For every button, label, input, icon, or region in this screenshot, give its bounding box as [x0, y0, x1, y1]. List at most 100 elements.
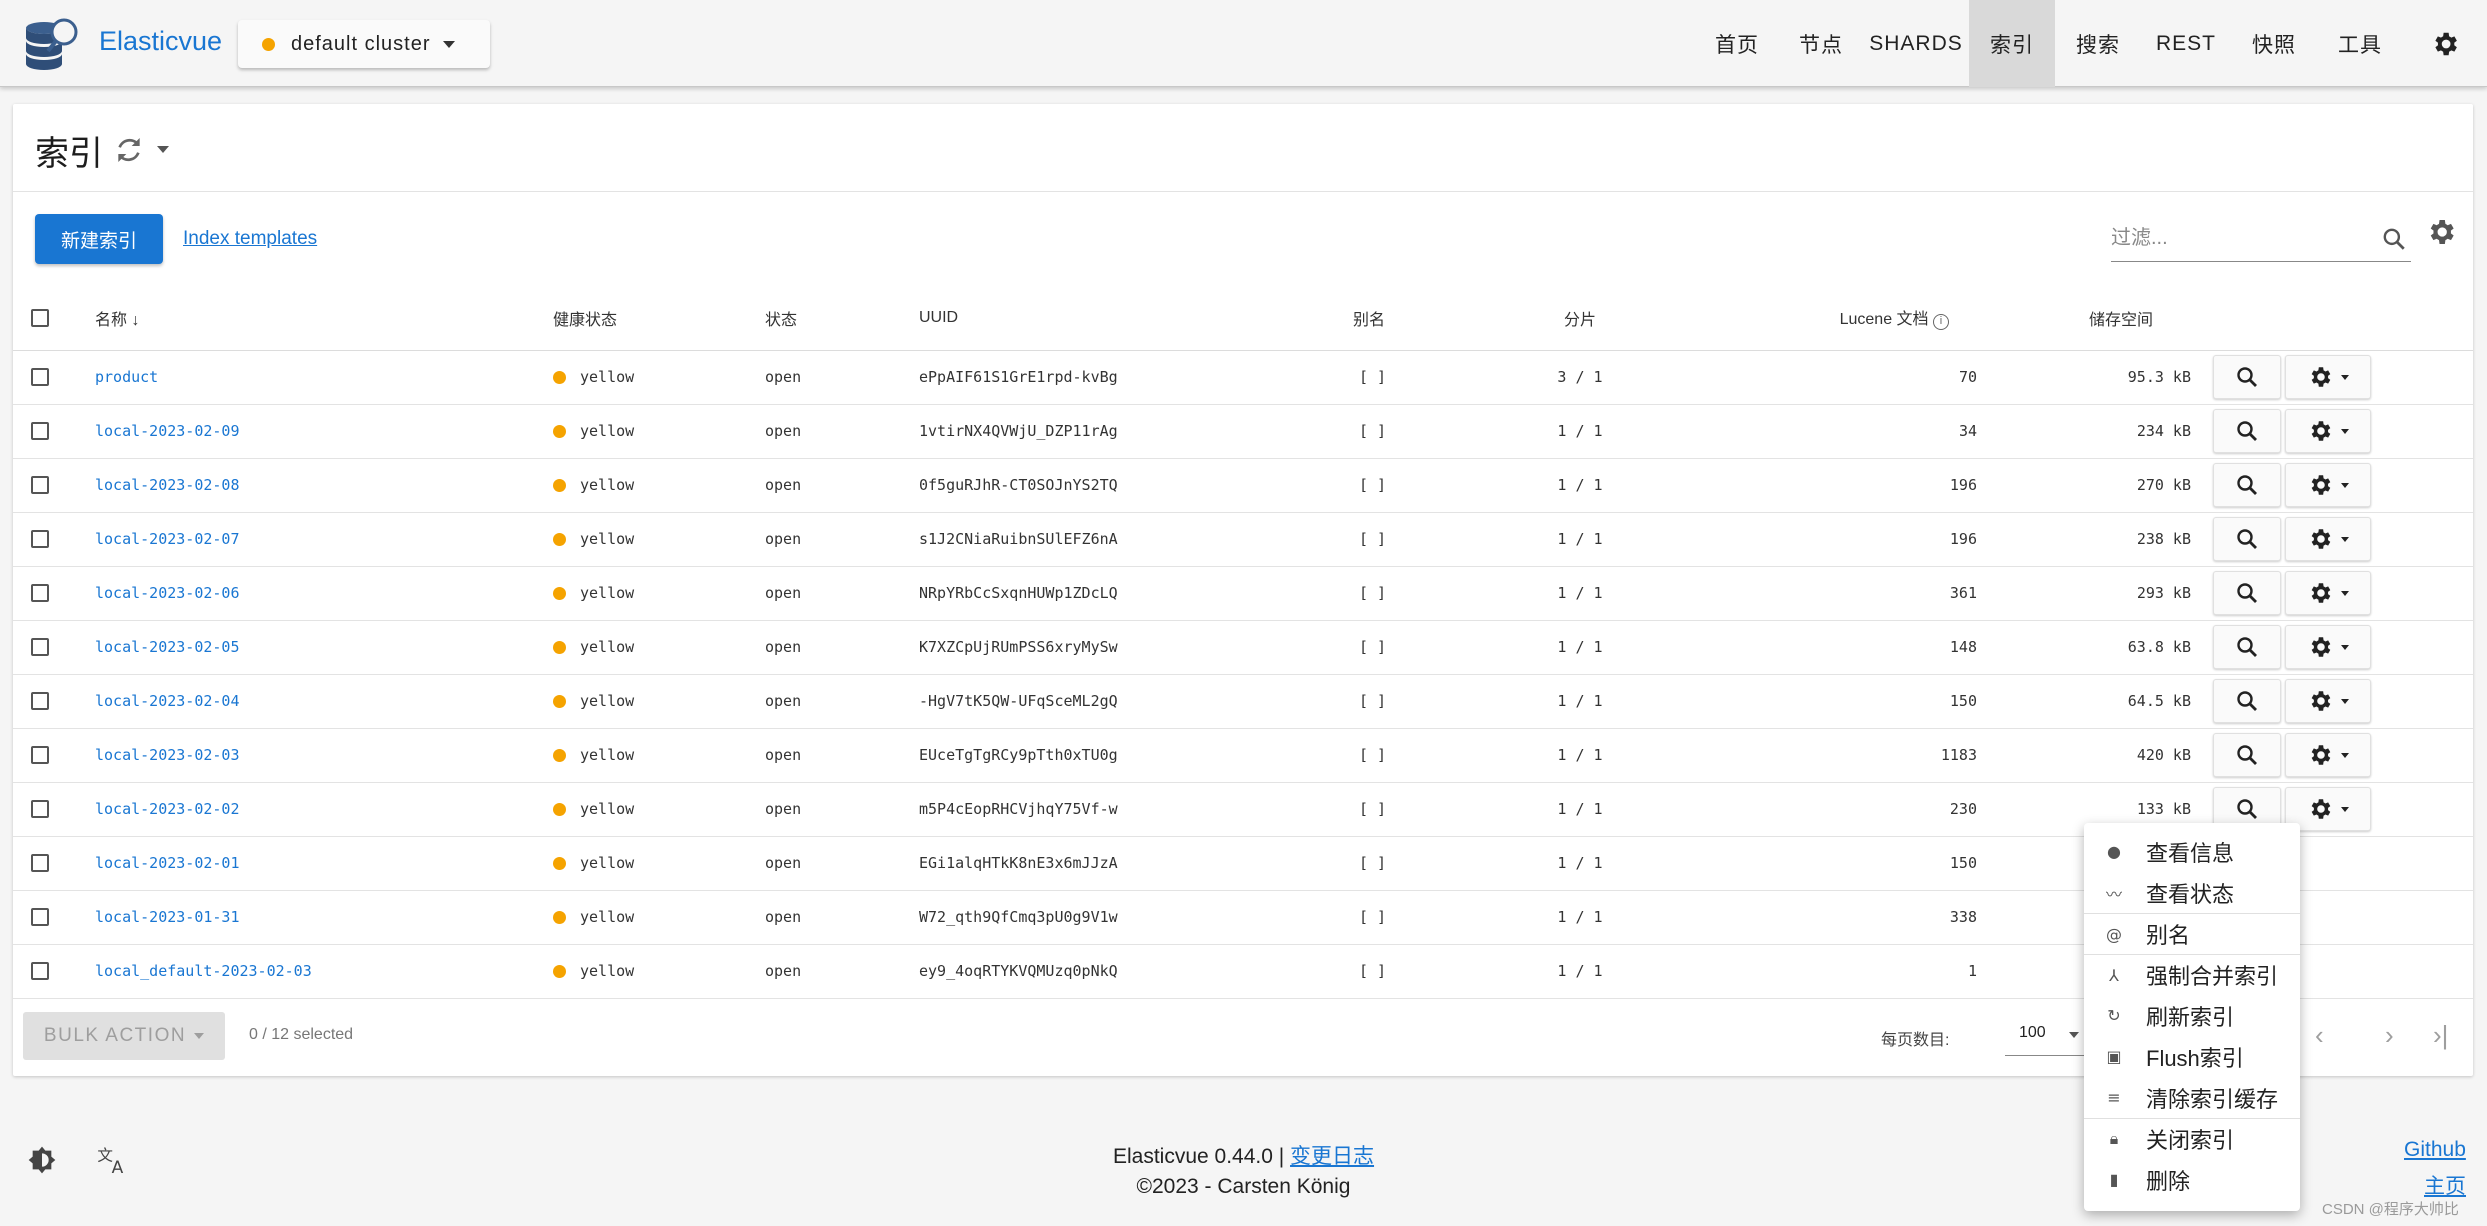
menu-aliases[interactable]: @ 别名 [2084, 913, 2300, 954]
index-templates-link[interactable]: Index templates [183, 228, 317, 250]
aliases-text: [ ] [1359, 908, 1387, 926]
chevron-down-icon [2341, 482, 2349, 488]
refresh-icon[interactable] [113, 134, 145, 166]
row-actions-button[interactable] [2285, 679, 2371, 723]
row-checkbox[interactable] [31, 692, 49, 711]
menu-show-stats[interactable]: 〰 查看状态 [2084, 872, 2300, 913]
index-name-link[interactable]: local-2023-02-04 [95, 692, 240, 710]
changelog-link[interactable]: 变更日志 [1290, 1145, 1374, 1168]
index-name-link[interactable]: local-2023-02-03 [95, 746, 240, 764]
row-actions-button[interactable] [2285, 733, 2371, 777]
index-name-link[interactable]: product [95, 368, 158, 386]
row-search-button[interactable] [2213, 679, 2281, 723]
nav-nodes[interactable]: 节点 [1779, 0, 1863, 87]
settings-button[interactable] [2403, 0, 2487, 87]
storage-size: 420 kB [2136, 746, 2191, 764]
row-actions-button[interactable] [2285, 409, 2371, 453]
next-page-button[interactable]: › [2385, 1020, 2394, 1051]
app-title[interactable]: Elasticvue [99, 26, 222, 57]
table-row: local-2023-02-04 yellow open -HgV7tK5QW-UFq… [13, 674, 2473, 729]
cluster-selector[interactable]: default cluster [238, 20, 490, 68]
index-name-link[interactable]: local-2023-02-07 [95, 530, 240, 548]
github-link[interactable]: Github [2404, 1138, 2466, 1162]
menu-close-index[interactable]: 🔒︎ 关闭索引 [2084, 1118, 2300, 1159]
row-search-button[interactable] [2213, 409, 2281, 453]
index-name-link[interactable]: local-2023-01-31 [95, 908, 240, 926]
nav-shards[interactable]: SHARDS [1863, 0, 1969, 87]
last-page-button[interactable]: ›| [2433, 1020, 2448, 1051]
row-checkbox[interactable] [31, 476, 49, 495]
row-search-button[interactable] [2213, 571, 2281, 615]
row-checkbox[interactable] [31, 908, 49, 927]
row-actions-button[interactable] [2285, 355, 2371, 399]
menu-forcemerge[interactable]: ⅄ 强制合并索引 [2084, 954, 2300, 995]
table-row: local-2023-02-06 yellow open NRpYRbCcSxqnHU… [13, 566, 2473, 621]
row-search-button[interactable] [2213, 355, 2281, 399]
col-docs[interactable]: Lucene 文档 [1840, 311, 1929, 328]
uuid-text: NRpYRbCcSxqnHUWp1ZDcLQ [919, 584, 1118, 602]
shards-text: 1 / 1 [1557, 692, 1603, 710]
prev-page-button[interactable]: ‹ [2315, 1020, 2324, 1051]
menu-clear-cache[interactable]: ≡ 清除索引缓存 [2084, 1077, 2300, 1118]
row-actions-button[interactable] [2285, 463, 2371, 507]
health-dot [553, 965, 566, 978]
index-name-link[interactable]: local-2023-02-09 [95, 422, 240, 440]
index-name-link[interactable]: local-2023-02-05 [95, 638, 240, 656]
homepage-link[interactable]: 主页 [2424, 1170, 2466, 1200]
row-search-button[interactable] [2213, 625, 2281, 669]
col-status[interactable]: 状态 [765, 312, 797, 329]
per-page-select[interactable]: 100 [2005, 1010, 2085, 1056]
filter-field [2111, 216, 2411, 262]
row-actions-button[interactable] [2285, 625, 2371, 669]
nav-search[interactable]: 搜索 [2055, 0, 2141, 87]
row-checkbox[interactable] [31, 746, 49, 765]
search-icon [2383, 228, 2405, 250]
index-name-link[interactable]: local_default-2023-02-03 [95, 962, 312, 980]
col-storage[interactable]: 储存空间 [2089, 312, 2153, 329]
table-row: local-2023-02-08 yellow open 0f5guRJhR-CT0S… [13, 458, 2473, 513]
menu-show-info[interactable]: ● 查看信息 [2084, 831, 2300, 872]
index-name-link[interactable]: local-2023-02-06 [95, 584, 240, 602]
gear-icon [2311, 637, 2331, 657]
index-name-link[interactable]: local-2023-02-02 [95, 800, 240, 818]
nav-indices[interactable]: 索引 [1969, 0, 2055, 87]
nav-home[interactable]: 首页 [1695, 0, 1779, 87]
row-actions-button[interactable] [2285, 571, 2371, 615]
health-dot [553, 641, 566, 654]
row-checkbox[interactable] [31, 584, 49, 603]
row-checkbox[interactable] [31, 368, 49, 387]
row-checkbox[interactable] [31, 422, 49, 441]
filter-input[interactable] [2111, 216, 2351, 260]
storage-size: 64.5 kB [2127, 692, 2191, 710]
col-aliases[interactable]: 别名 [1353, 312, 1385, 329]
new-index-button[interactable]: 新建索引 [35, 214, 163, 264]
menu-delete[interactable]: ▮ 删除 [2084, 1159, 2300, 1200]
col-name[interactable]: 名称 ↓ [77, 286, 539, 351]
row-actions-button[interactable] [2285, 517, 2371, 561]
nav-rest[interactable]: REST [2141, 0, 2231, 87]
row-checkbox[interactable] [31, 854, 49, 873]
menu-refresh[interactable]: ↻ 刷新索引 [2084, 995, 2300, 1036]
row-search-button[interactable] [2213, 733, 2281, 777]
row-checkbox[interactable] [31, 638, 49, 657]
row-search-button[interactable] [2213, 517, 2281, 561]
table-row: local-2023-02-09 yellow open 1vtirNX4QVWjU_… [13, 404, 2473, 459]
index-name-link[interactable]: local-2023-02-01 [95, 854, 240, 872]
refresh-options-chevron[interactable] [157, 146, 169, 153]
nav-snapshots[interactable]: 快照 [2231, 0, 2317, 87]
row-checkbox[interactable] [31, 962, 49, 981]
chevron-down-icon [2341, 644, 2349, 650]
col-shards[interactable]: 分片 [1564, 312, 1596, 329]
menu-flush[interactable]: ▣ Flush索引 [2084, 1036, 2300, 1077]
delete-icon: ▮ [2109, 1170, 2119, 1189]
row-checkbox[interactable] [31, 800, 49, 819]
table-settings-gear-icon[interactable] [2425, 216, 2457, 248]
col-uuid[interactable]: UUID [919, 309, 958, 326]
per-page-label: 每页数目: [1881, 1032, 1950, 1049]
index-name-link[interactable]: local-2023-02-08 [95, 476, 240, 494]
col-health[interactable]: 健康状态 [553, 312, 617, 329]
row-search-button[interactable] [2213, 463, 2281, 507]
row-checkbox[interactable] [31, 530, 49, 549]
nav-utilities[interactable]: 工具 [2317, 0, 2403, 87]
select-all-checkbox[interactable] [31, 308, 49, 327]
